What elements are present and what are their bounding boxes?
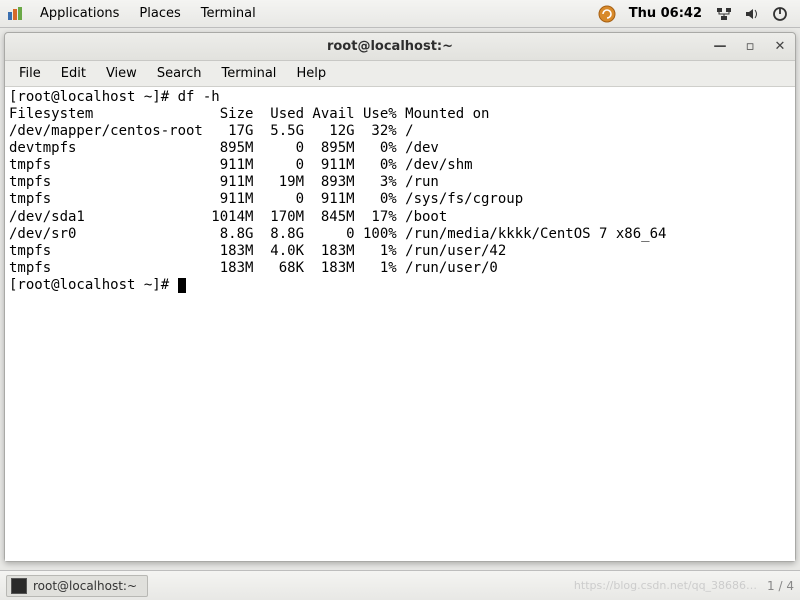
workspace-pager[interactable]: 1 / 4 — [767, 579, 794, 593]
taskbar-terminal[interactable]: root@localhost:~ — [6, 575, 148, 597]
applications-icon — [6, 5, 24, 23]
power-icon[interactable] — [770, 4, 790, 24]
terminal-menu-top[interactable]: Terminal — [191, 2, 266, 25]
update-icon[interactable] — [597, 4, 617, 24]
clock[interactable]: Thu 06:42 — [629, 6, 702, 21]
text-cursor — [178, 278, 186, 293]
applications-menu[interactable]: Applications — [30, 2, 129, 25]
menu-view[interactable]: View — [96, 63, 147, 84]
sound-icon[interactable] — [742, 4, 762, 24]
places-menu[interactable]: Places — [129, 2, 190, 25]
menu-file[interactable]: File — [9, 63, 51, 84]
terminal-window: root@localhost:~ — ▫ ✕ File Edit View Se… — [4, 32, 796, 562]
minimize-button[interactable]: — — [709, 36, 731, 58]
watermark-text: https://blog.csdn.net/qq_38686… — [574, 579, 757, 592]
menu-help[interactable]: Help — [286, 63, 336, 84]
menu-search[interactable]: Search — [147, 63, 212, 84]
window-titlebar[interactable]: root@localhost:~ — ▫ ✕ — [5, 33, 795, 61]
terminal-task-icon — [11, 578, 27, 594]
menu-edit[interactable]: Edit — [51, 63, 96, 84]
maximize-button[interactable]: ▫ — [739, 36, 761, 58]
menu-terminal[interactable]: Terminal — [211, 63, 286, 84]
gnome-top-panel: Applications Places Terminal Thu 06:42 — [0, 0, 800, 28]
terminal-output[interactable]: [root@localhost ~]# df -h Filesystem Siz… — [5, 87, 795, 561]
taskbar-label: root@localhost:~ — [33, 579, 137, 593]
terminal-menubar: File Edit View Search Terminal Help — [5, 61, 795, 87]
network-icon[interactable] — [714, 4, 734, 24]
window-title: root@localhost:~ — [75, 39, 705, 54]
close-button[interactable]: ✕ — [769, 36, 791, 58]
gnome-bottom-panel: root@localhost:~ https://blog.csdn.net/q… — [0, 570, 800, 600]
